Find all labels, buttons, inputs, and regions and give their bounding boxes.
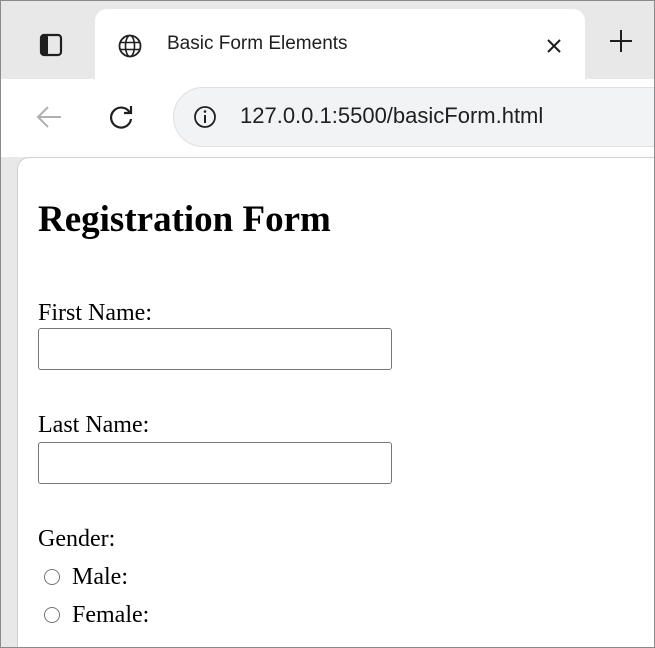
gender-label: Gender: [38,526,116,552]
arrow-left-icon [36,106,61,128]
address-bar[interactable]: 127.0.0.1:5500/basicForm.html [173,87,654,147]
male-radio[interactable] [44,569,60,585]
page-viewport: Registration Form First Name: Last Name:… [17,157,654,647]
last-name-input[interactable] [38,442,392,484]
info-icon[interactable] [192,104,218,130]
first-name-label: First Name: [38,300,152,326]
browser-window: Basic Form Elements 127.0.0.1:5500/basic… [0,0,655,648]
gender-option-female[interactable]: Female: [44,600,149,630]
male-label: Male: [72,563,128,590]
back-button[interactable] [29,97,69,137]
tab-basic-form-elements[interactable]: Basic Form Elements [95,9,585,79]
new-tab-button[interactable] [601,21,641,61]
gender-option-male[interactable]: Male: [44,562,128,592]
last-name-label: Last Name: [38,412,150,438]
tab-actions-button[interactable] [25,23,77,67]
close-icon [547,39,561,53]
tab-title: Basic Form Elements [167,33,348,54]
tab-actions-icon [39,33,63,57]
browser-toolbar: 127.0.0.1:5500/basicForm.html [1,79,654,157]
female-label: Female: [72,601,150,628]
plus-icon [610,30,632,52]
url-text: 127.0.0.1:5500/basicForm.html [240,103,544,128]
reload-icon [110,106,133,129]
first-name-input[interactable] [38,328,392,370]
tab-strip: Basic Form Elements [1,1,654,79]
tab-close-button[interactable] [539,31,569,61]
globe-icon [118,34,142,58]
reload-button[interactable] [101,97,141,137]
page-title: Registration Form [38,199,331,240]
female-radio[interactable] [44,607,60,623]
